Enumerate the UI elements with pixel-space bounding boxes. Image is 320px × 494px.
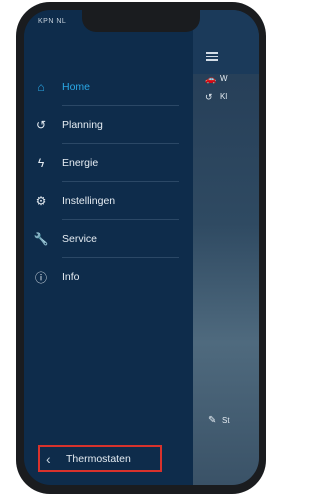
overlay-text-1: W xyxy=(220,74,228,83)
thermostaten-button[interactable]: ‹ Thermostaten xyxy=(38,445,162,472)
thermostaten-label: Thermostaten xyxy=(66,452,131,465)
wrench-icon: 🔧 xyxy=(33,232,49,246)
menu-item-label: Instellingen xyxy=(62,195,116,207)
menu-item-label: Service xyxy=(62,233,98,245)
car-icon: 🚗 xyxy=(205,74,217,84)
menu-item-energie[interactable]: ϟ Energie xyxy=(24,144,193,182)
overlay-text-2: Kl xyxy=(220,92,228,101)
clock-icon: ↺ xyxy=(205,92,213,102)
screen: KPN NL ⌂ Home ↺ Planning ϟ Energie ⚙ Ins… xyxy=(24,10,259,485)
menu-item-info[interactable]: ⓘ Info xyxy=(24,258,193,296)
menu-item-home[interactable]: ⌂ Home xyxy=(24,68,193,106)
menu-item-service[interactable]: 🔧 Service xyxy=(24,220,193,258)
navigation-drawer: KPN NL ⌂ Home ↺ Planning ϟ Energie ⚙ Ins… xyxy=(24,10,193,485)
clock-back-icon: ↺ xyxy=(35,118,47,132)
hamburger-menu-icon[interactable] xyxy=(206,52,218,63)
overlay-text-3: St xyxy=(222,416,230,425)
overlay-header xyxy=(193,10,259,74)
menu-item-label: Home xyxy=(62,81,91,93)
menu-item-instellingen[interactable]: ⚙ Instellingen xyxy=(24,182,193,220)
menu-list: ⌂ Home ↺ Planning ϟ Energie ⚙ Instelling… xyxy=(24,68,193,296)
bolt-icon: ϟ xyxy=(37,156,45,170)
menu-item-label: Planning xyxy=(62,119,103,131)
menu-item-label: Info xyxy=(62,271,80,283)
phone-frame: KPN NL ⌂ Home ↺ Planning ϟ Energie ⚙ Ins… xyxy=(16,2,266,494)
phone-notch xyxy=(82,10,200,32)
wrench-icon: ✎ xyxy=(208,415,217,426)
carrier-label: KPN NL xyxy=(38,18,67,25)
info-icon: ⓘ xyxy=(34,270,47,285)
menu-item-label: Energie xyxy=(62,157,99,169)
menu-item-planning[interactable]: ↺ Planning xyxy=(24,106,193,144)
chevron-left-icon: ‹ xyxy=(46,450,51,467)
home-icon: ⌂ xyxy=(37,80,45,94)
gear-icon: ⚙ xyxy=(35,194,47,208)
